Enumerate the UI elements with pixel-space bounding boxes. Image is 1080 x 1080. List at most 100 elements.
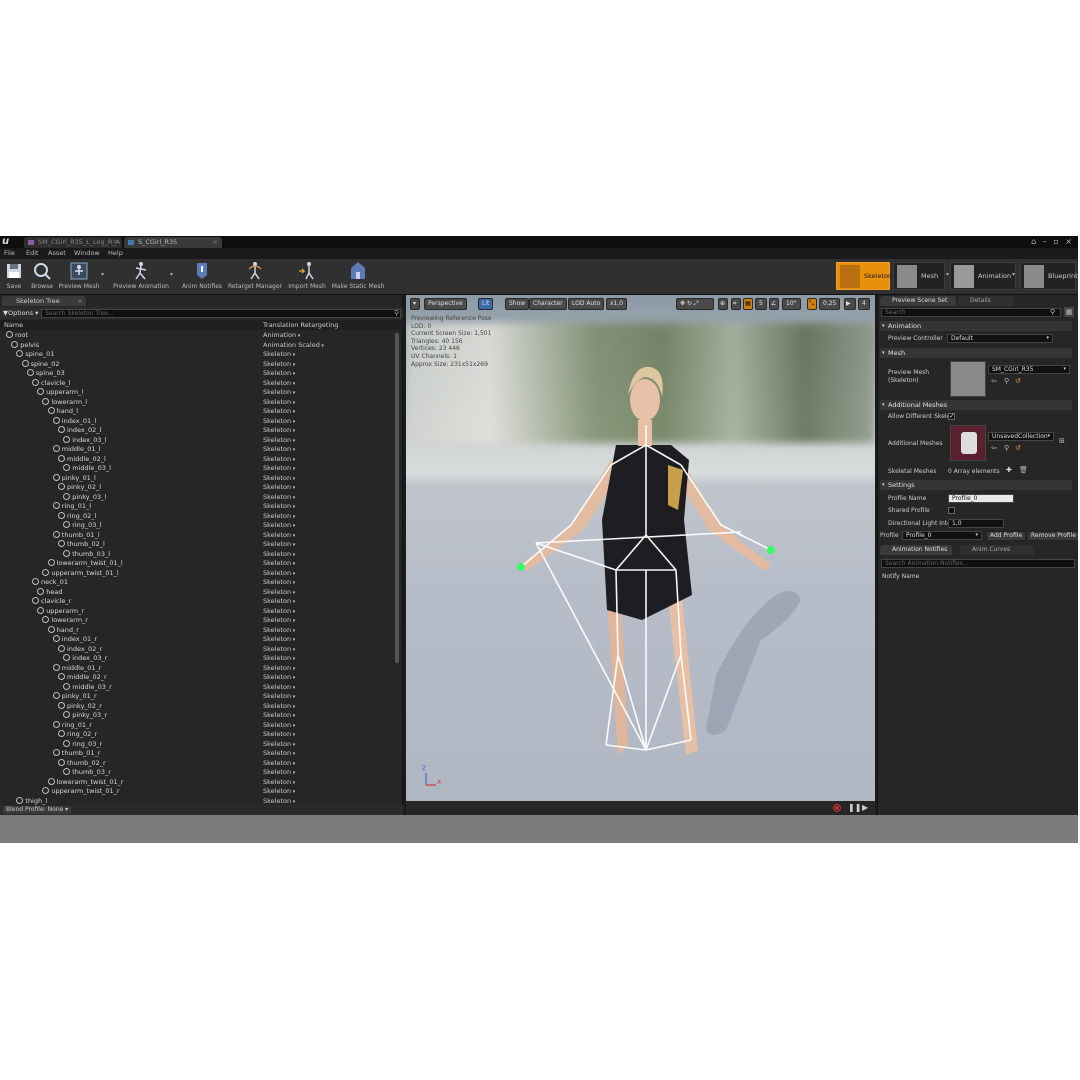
bone-row[interactable]: upperarm_twist_01_l Skeleton [0,569,395,579]
mesh-mode-dropdown-icon[interactable]: ▾ [946,271,949,278]
delete-icon[interactable]: 🗑 [1019,466,1028,474]
bone-row[interactable]: pelvis Animation Scaled [0,341,395,351]
bone-row[interactable]: spine_03 Skeleton [0,369,395,379]
menu-edit[interactable]: Edit [26,248,39,259]
bone-row[interactable]: index_01_r Skeleton [0,635,395,645]
tab-skeleton-asset[interactable]: S_CGirl_R35 × [124,237,222,248]
preview-mesh-dropdown-icon[interactable]: ▾ [101,271,104,278]
profile-dropdown[interactable]: Profile_0 [902,531,982,540]
scale-snap-icon[interactable]: ⤡ [807,298,817,310]
add-element-icon[interactable]: ✚ [1006,466,1012,474]
bone-row[interactable]: pinky_01_r Skeleton [0,692,395,702]
surface-snap-icon[interactable]: ⌗ [731,298,741,310]
bone-row[interactable]: thumb_01_l Skeleton [0,531,395,541]
directional-light-intensity-input[interactable]: 1,0 [948,519,1004,528]
bone-row[interactable]: lowerarm_r Skeleton [0,616,395,626]
retarget-mode-dropdown[interactable]: Skeleton [263,797,295,806]
pause-icon[interactable]: ❚❚ [848,803,861,812]
bone-row[interactable]: ring_01_l Skeleton [0,502,395,512]
browse-button[interactable]: Browse [28,261,56,293]
grid-snap-icon[interactable]: ▦ [743,298,753,310]
bone-row[interactable]: neck_01 Skeleton [0,578,395,588]
bone-row[interactable]: clavicle_l Skeleton [0,379,395,389]
view-options-icon[interactable]: ▦ [1064,307,1074,317]
menu-window[interactable]: Window [74,248,100,259]
bone-row[interactable]: ring_03_r Skeleton [0,740,395,750]
bone-row[interactable]: clavicle_r Skeleton [0,597,395,607]
bone-row[interactable]: pinky_02_l Skeleton [0,483,395,493]
rotation-snap-icon[interactable]: ∠ [769,298,779,310]
bone-row[interactable]: index_01_l Skeleton [0,417,395,427]
mode-blueprint-button[interactable]: Blueprint [1020,262,1078,290]
blend-profile-dropdown[interactable]: Blend Profile: None ▾ [3,806,72,814]
col-name-header[interactable]: Name [4,320,23,330]
bone-row[interactable]: head Skeleton [0,588,395,598]
bone-row[interactable]: upperarm_twist_01_r Skeleton [0,787,395,797]
bone-row[interactable]: middle_01_r Skeleton [0,664,395,674]
bone-row[interactable]: pinky_02_r Skeleton [0,702,395,712]
reset-icon[interactable]: ↺ [1015,377,1021,385]
transform-tools[interactable]: ✥ ↻ ⤢ [676,298,714,310]
bone-row[interactable]: middle_02_l Skeleton [0,455,395,465]
character-button[interactable]: Character [529,298,567,310]
section-additional-meshes[interactable]: Additional Meshes [880,400,1072,410]
playback-speed-button[interactable]: x1,0 [606,298,628,310]
bone-row[interactable]: pinky_03_l Skeleton [0,493,395,503]
bone-row[interactable]: spine_01 Skeleton [0,350,395,360]
tab-skeleton-tree[interactable]: Skeleton Tree × [2,296,86,306]
bone-row[interactable]: middle_02_r Skeleton [0,673,395,683]
close-icon[interactable]: × [212,237,218,248]
add-profile-button[interactable]: Add Profile [986,531,1027,541]
scale-snap-value[interactable]: 0,25 [819,298,841,310]
shared-profile-checkbox[interactable] [948,507,955,514]
bone-row[interactable]: index_03_l Skeleton [0,436,395,446]
bone-row[interactable]: thigh_l Skeleton [0,797,395,806]
use-selected-icon[interactable]: ⇦ [991,377,997,385]
world-local-icon[interactable]: ⊕ [718,298,728,310]
options-button[interactable]: ▼Options ▾ [3,309,38,317]
section-animation[interactable]: Animation [880,321,1072,331]
show-button[interactable]: Show [505,298,530,310]
bone-row[interactable]: middle_03_l Skeleton [0,464,395,474]
preview-animation-dropdown-icon[interactable]: ▾ [170,271,173,278]
tab-details[interactable]: Details [958,296,1014,306]
bone-row[interactable]: pinky_01_l Skeleton [0,474,395,484]
mode-animation-button[interactable]: Animation [950,262,1016,290]
bone-row[interactable]: thumb_02_r Skeleton [0,759,395,769]
grid-snap-value[interactable]: 5 [755,298,767,310]
bone-row[interactable]: thumb_03_r Skeleton [0,768,395,778]
skeleton-search-input[interactable]: Search Skeleton Tree... [41,309,401,318]
section-settings[interactable]: Settings [880,480,1072,490]
menu-asset[interactable]: Asset [48,248,66,259]
preview-animation-button[interactable]: Preview Animation [112,261,170,293]
bone-row[interactable]: hand_r Skeleton [0,626,395,636]
bone-row[interactable]: thumb_02_l Skeleton [0,540,395,550]
menu-help[interactable]: Help [108,248,123,259]
close-icon[interactable]: × [78,296,83,306]
notify-search-input[interactable]: Search Animation Notifies... [881,559,1075,568]
tab-animation-notifies[interactable]: Animation Notifies [880,545,952,555]
close-icon[interactable]: × [112,237,118,248]
bone-row[interactable]: upperarm_r Skeleton [0,607,395,617]
browse-icon[interactable]: ⚲ [1004,444,1009,452]
details-search-input[interactable]: Search [881,308,1061,317]
tab-leg-asset[interactable]: SM_CGirl_R35_L_Leg_R_A × [24,237,122,248]
bone-row[interactable]: upperarm_l Skeleton [0,388,395,398]
viewport-options-button[interactable]: ▾ [410,298,420,310]
bone-row[interactable]: thumb_01_r Skeleton [0,749,395,759]
bone-row[interactable]: lowerarm_twist_01_l Skeleton [0,559,395,569]
preview-viewport[interactable]: Z X ▾ Perspective Lit Show Character LOD… [406,295,875,801]
camera-speed-value[interactable]: 4 [858,298,870,310]
browse-icon[interactable]: ⚲ [1004,377,1009,385]
col-retarget-header[interactable]: Translation Retargeting [263,320,339,330]
bone-row[interactable]: index_03_r Skeleton [0,654,395,664]
record-icon[interactable] [833,804,841,812]
bone-row[interactable]: thumb_03_l Skeleton [0,550,395,560]
animation-mode-dropdown-icon[interactable]: ▾ [1012,271,1015,278]
bone-row[interactable]: index_02_l Skeleton [0,426,395,436]
anim-notifies-button[interactable]: Anim Notifies [181,261,223,293]
mode-skeleton-button[interactable]: Skeleton [836,262,892,290]
preview-controller-dropdown[interactable]: Default [947,334,1053,343]
additional-meshes-dropdown[interactable]: UnsavedCollection [988,432,1054,441]
use-selected-icon[interactable]: ⇦ [991,444,997,452]
